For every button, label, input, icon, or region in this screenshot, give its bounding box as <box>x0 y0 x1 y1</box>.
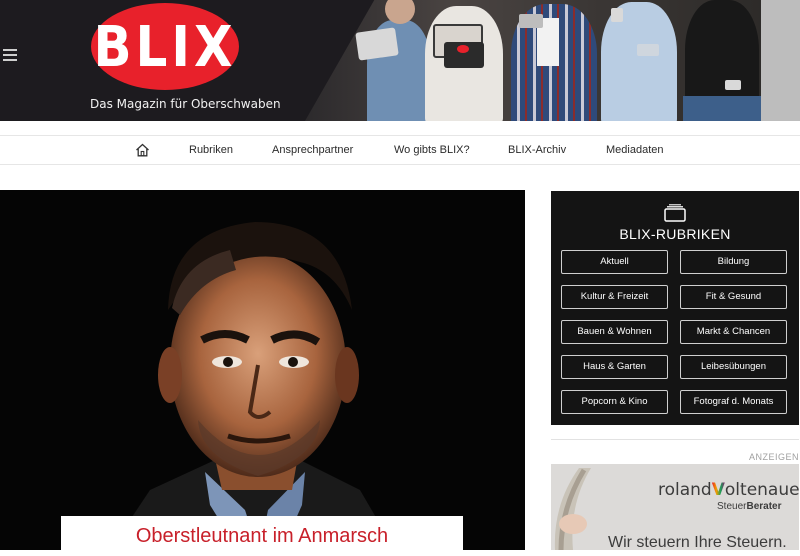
ad-subtitle: SteuerBerater <box>717 501 782 512</box>
rubriken-title: BLIX-RUBRIKEN <box>619 226 731 242</box>
rubrik-button-popcorn-kino[interactable]: Popcorn & Kino <box>561 390 668 414</box>
ad-brand-name: rolandVoltenauer <box>658 480 799 500</box>
rubrik-button-bildung[interactable]: Bildung <box>680 250 787 274</box>
ad-slogan: Wir steuern Ihre Steuern. <box>608 534 787 550</box>
rubrik-button-bauen-wohnen[interactable]: Bauen & Wohnen <box>561 320 668 344</box>
stack-icon <box>664 204 686 222</box>
ad-brand-v: V <box>711 480 725 500</box>
menu-icon[interactable] <box>3 49 17 61</box>
site-tagline: Das Magazin für Oberschwaben <box>90 97 281 111</box>
nav-item-blix-archiv[interactable]: BLIX-Archiv <box>508 136 566 164</box>
main-navigation: Rubriken Ansprechpartner Wo gibts BLIX? … <box>0 135 800 165</box>
rubrik-button-leibesuebungen[interactable]: Leibesübungen <box>680 355 787 379</box>
rubrik-button-haus-garten[interactable]: Haus & Garten <box>561 355 668 379</box>
blix-logo[interactable]: BLIX <box>91 3 239 90</box>
rubrik-button-kultur-freizeit[interactable]: Kultur & Freizeit <box>561 285 668 309</box>
featured-article-image[interactable] <box>0 190 525 550</box>
nav-item-mediadaten[interactable]: Mediadaten <box>606 136 664 164</box>
nav-item-rubriken[interactable]: Rubriken <box>189 136 233 164</box>
logo-text: BLIX <box>93 14 237 79</box>
nav-item-wo-gibts-blix[interactable]: Wo gibts BLIX? <box>394 136 470 164</box>
ad-graphic <box>554 468 591 550</box>
sidebar-divider <box>551 439 799 440</box>
ad-brand-prefix: roland <box>658 480 712 500</box>
nav-item-ansprechpartner[interactable]: Ansprechpartner <box>272 136 353 164</box>
site-header: BLIX Das Magazin für Oberschwaben <box>0 0 800 121</box>
advertisement-banner[interactable]: rolandVoltenauer SteuerBerater Wir steue… <box>551 464 799 550</box>
ads-label: ANZEIGEN <box>748 452 799 462</box>
home-icon[interactable] <box>135 143 150 157</box>
ad-sub-bold: Berater <box>746 501 782 512</box>
featured-article-title[interactable]: Oberstleutnant im Anmarsch <box>61 516 463 550</box>
ad-brand-suffix: oltenauer <box>724 480 799 500</box>
rubrik-button-fit-gesund[interactable]: Fit & Gesund <box>680 285 787 309</box>
rubriken-panel: BLIX-RUBRIKEN Aktuell Bildung Kultur & F… <box>551 191 799 425</box>
portrait-illustration <box>0 190 525 550</box>
rubrik-button-fotograf-monats[interactable]: Fotograf d. Monats <box>680 390 787 414</box>
ad-sub-prefix: Steuer <box>717 501 747 512</box>
header-photo <box>305 0 800 121</box>
rubrik-button-markt-chancen[interactable]: Markt & Chancen <box>680 320 787 344</box>
rubrik-button-aktuell[interactable]: Aktuell <box>561 250 668 274</box>
